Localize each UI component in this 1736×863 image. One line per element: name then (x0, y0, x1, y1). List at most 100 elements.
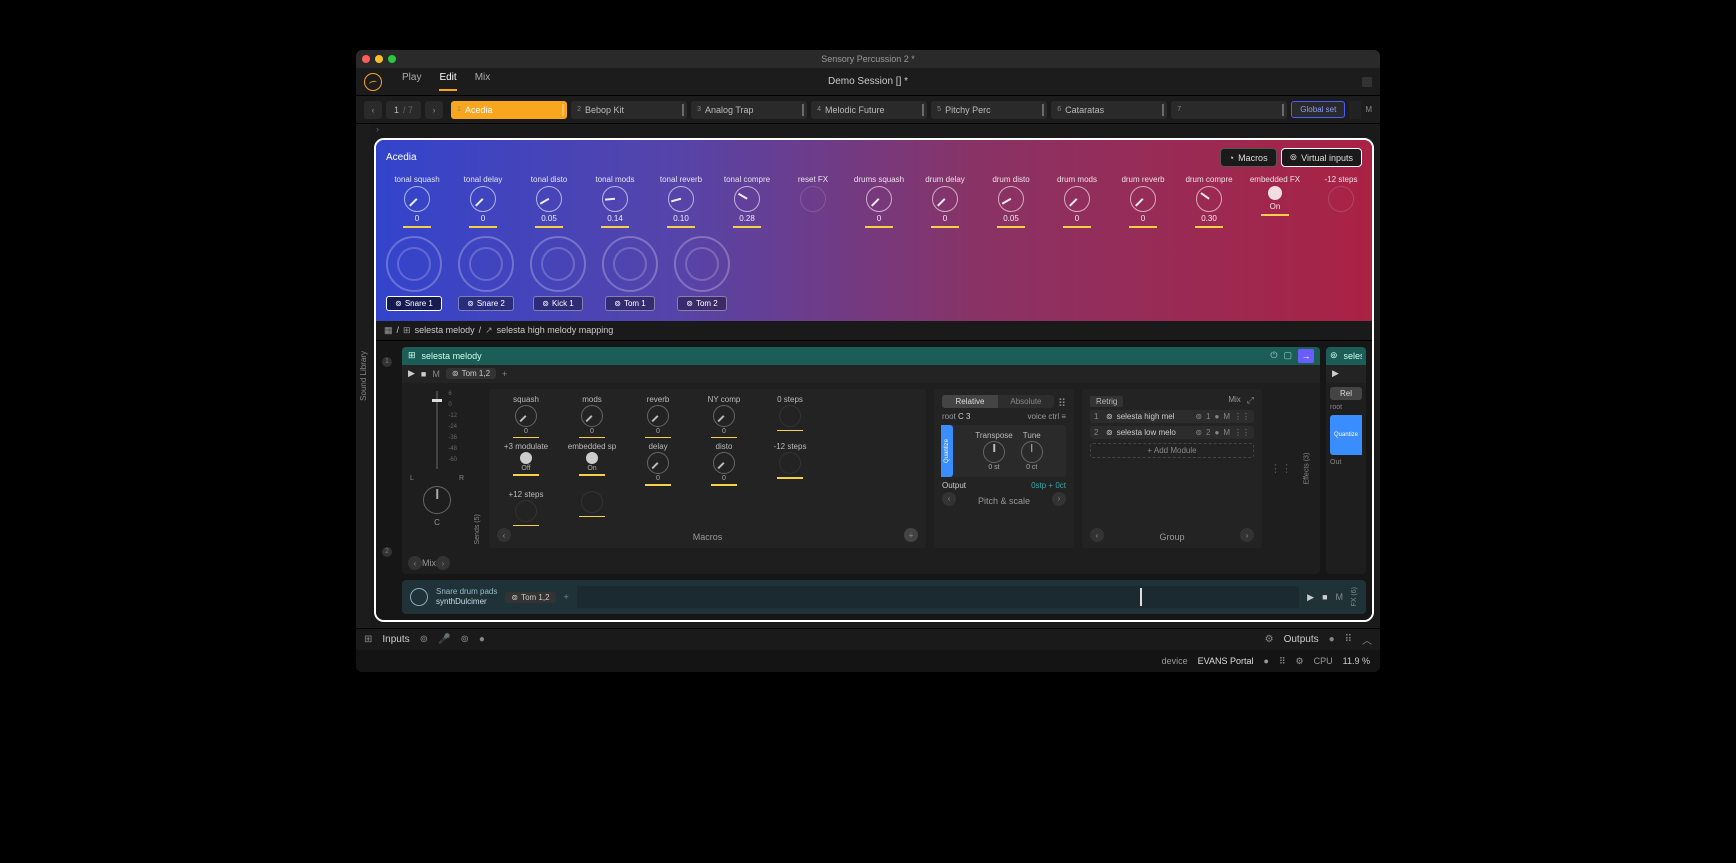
mute-indicator[interactable]: M (1365, 105, 1372, 114)
outputs-label[interactable]: Outputs (1284, 634, 1319, 645)
macro-knob[interactable] (470, 186, 496, 212)
lane-selector-1[interactable]: 1 (382, 357, 392, 367)
sliders-icon[interactable]: ⚙ (1265, 634, 1274, 645)
macros-toggle-button[interactable]: ◔Macros (1220, 148, 1277, 167)
set-title[interactable]: Acedia (386, 152, 417, 163)
sends-label[interactable]: Sends (5) (474, 389, 481, 549)
root-note[interactable]: C 3 (958, 412, 970, 421)
tab-play[interactable]: Play (402, 72, 421, 91)
lane-2-assign-chip[interactable]: ⊚Tom 1,2 (505, 592, 555, 603)
mute-toggle[interactable]: M (1336, 592, 1344, 602)
grid-icon[interactable]: ▦ (384, 325, 393, 336)
quantize-tag[interactable]: Quantize (941, 425, 953, 477)
next-page-button[interactable]: › (425, 101, 443, 119)
macro-knob-empty[interactable] (581, 491, 603, 513)
set-tab-3[interactable]: 3Analog Trap (691, 101, 807, 119)
lane-2-fx-label[interactable]: FX (6) (1351, 587, 1358, 606)
macro-toggle[interactable] (520, 452, 532, 464)
macro-knob-empty[interactable] (779, 405, 801, 427)
pitch-next-button[interactable]: › (1052, 492, 1066, 506)
macro-knob[interactable] (932, 186, 958, 212)
group-prev-button[interactable]: ‹ (1090, 528, 1104, 542)
macro-knob[interactable] (866, 186, 892, 212)
mute-toggle[interactable]: M (432, 369, 440, 379)
macro-toggle[interactable] (586, 452, 598, 464)
chevron-up-icon[interactable]: ︿ (1362, 632, 1372, 647)
macros-add-button[interactable]: + (904, 528, 918, 542)
transpose-knob[interactable] (983, 441, 1005, 463)
drum-icon[interactable]: ⊚ (420, 634, 428, 645)
tune-knob[interactable] (1021, 441, 1043, 463)
virtual-input-chip[interactable]: ⊚Tom 1 (605, 296, 655, 311)
pan-knob[interactable] (423, 486, 451, 514)
minimize-icon[interactable] (375, 55, 383, 63)
set-tab-6[interactable]: 6Cataratas (1051, 101, 1167, 119)
lane-selector-2[interactable]: 2 (382, 547, 392, 557)
mix-next-button[interactable]: › (436, 556, 450, 570)
macro-knob[interactable] (713, 452, 735, 474)
play-icon[interactable]: ▶ (1307, 592, 1314, 603)
virtual-input-chip[interactable]: ⊚Kick 1 (533, 296, 583, 311)
macro-knob[interactable] (734, 186, 760, 212)
mode-relative[interactable]: Relative (942, 395, 998, 408)
virtual-input-chip[interactable]: ⊚Snare 2 (458, 296, 514, 311)
effects-label[interactable]: Effects (3) (1300, 389, 1314, 549)
app-logo-icon[interactable] (364, 73, 382, 91)
pad-icon[interactable] (530, 236, 586, 292)
virtual-input-chip[interactable]: ⊚Tom 2 (677, 296, 727, 311)
eq-icon[interactable]: ⠿ (1345, 634, 1352, 645)
mode-absolute[interactable]: Absolute (998, 395, 1054, 408)
macro-knob[interactable] (581, 405, 603, 427)
focus-arrow-button[interactable]: → (1298, 349, 1314, 363)
mic-icon[interactable]: 🎤 (438, 634, 450, 645)
group-item[interactable]: 2⊚selesta low melo⊚2●M⋮⋮ (1090, 426, 1254, 439)
voice-ctrl-menu[interactable]: ≡ (1061, 412, 1066, 421)
macro-knob-empty[interactable] (779, 452, 801, 474)
breadcrumb-item-1[interactable]: selesta melody (415, 325, 475, 335)
retrig-button[interactable]: Retrig (1090, 396, 1123, 407)
pad-icon[interactable] (386, 236, 442, 292)
module-name[interactable]: selesta melody (422, 351, 482, 361)
set-tab-2[interactable]: 2Bebop Kit (571, 101, 687, 119)
mix-prev-button[interactable]: ‹ (408, 556, 422, 570)
sound-library-handle[interactable]: Sound Library (356, 124, 370, 628)
macro-knob[interactable] (668, 186, 694, 212)
macro-knob[interactable] (647, 452, 669, 474)
zoom-icon[interactable] (388, 55, 396, 63)
inputs-label[interactable]: Inputs (382, 634, 409, 645)
lane-2-strip[interactable]: Snare drum pads synthDulcimer ⊚Tom 1,2 +… (402, 580, 1366, 614)
add-assign-button[interactable]: + (564, 592, 569, 602)
macro-knob[interactable] (602, 186, 628, 212)
set-tab-1[interactable]: 1Acedia (451, 101, 567, 119)
virtual-input-chip[interactable]: ⊚Snare 1 (386, 296, 442, 311)
macros-prev-button[interactable]: ‹ (497, 528, 511, 542)
set-tab-5[interactable]: 5Pitchy Perc (931, 101, 1047, 119)
macro-knob[interactable] (713, 405, 735, 427)
tab-edit[interactable]: Edit (439, 72, 456, 91)
pad-icon[interactable] (674, 236, 730, 292)
macro-knob[interactable] (998, 186, 1024, 212)
pitch-prev-button[interactable]: ‹ (942, 492, 956, 506)
input-3-icon[interactable]: ⊚ (460, 634, 468, 645)
pad-icon[interactable] (458, 236, 514, 292)
macro-knob[interactable] (536, 186, 562, 212)
macro-knob-empty[interactable] (800, 186, 826, 212)
add-assign-button[interactable]: + (502, 369, 507, 379)
set-tab-4[interactable]: 4Melodic Future (811, 101, 927, 119)
routing-icon[interactable]: ⊞ (364, 634, 372, 645)
macro-knob[interactable] (515, 405, 537, 427)
macro-knob[interactable] (647, 405, 669, 427)
close-icon[interactable] (362, 55, 370, 63)
stop-button-icon[interactable] (1362, 77, 1372, 87)
velocity-timeline[interactable] (577, 586, 1299, 608)
macro-knob[interactable] (1130, 186, 1156, 212)
stop-icon[interactable]: ■ (421, 369, 426, 379)
macro-knob-empty[interactable] (1328, 186, 1354, 212)
tab-mix[interactable]: Mix (475, 72, 491, 91)
add-module-button[interactable]: + Add Module (1090, 443, 1254, 458)
stop-icon[interactable]: ■ (1322, 592, 1327, 602)
macro-toggle[interactable] (1268, 186, 1282, 200)
global-set-button[interactable]: Global set (1291, 101, 1345, 118)
macro-knob[interactable] (1064, 186, 1090, 212)
macro-knob[interactable] (404, 186, 430, 212)
